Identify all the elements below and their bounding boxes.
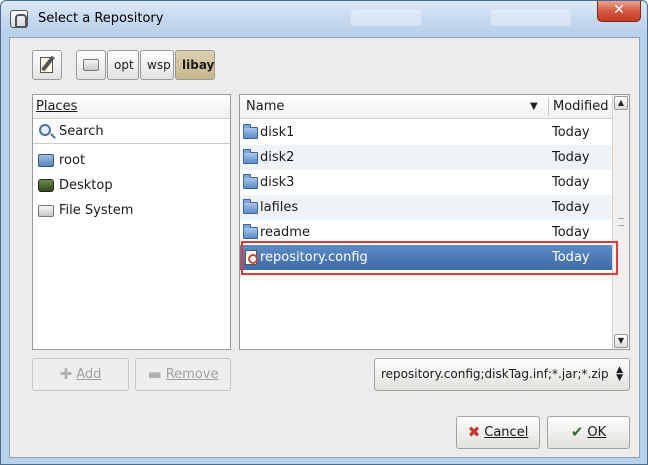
file-filter-select[interactable]: repository.config;diskTag.inf;*.jar;*.zi… [374,358,630,391]
file-name: lafiles [260,200,299,215]
folder-icon [243,124,258,139]
file-modified: Today [552,250,590,265]
title-bar[interactable]: Select a Repository ✕ [1,1,647,37]
drive-icon [38,205,54,217]
config-file-icon [245,250,258,265]
column-header-name[interactable]: Name [246,95,284,119]
crumb-opt[interactable]: opt [107,50,139,80]
places-panel: Places Search root Desktop File System [32,94,231,350]
close-icon: ✕ [613,2,625,18]
column-divider[interactable] [548,98,549,116]
place-item-label: Desktop [59,178,113,193]
file-row-disk1[interactable]: disk1 Today [240,120,612,145]
dialog-body: opt wsp libay Places Search root Desktop… [9,37,640,458]
window-title: Select a Repository [38,11,164,26]
background-window-ghost [351,10,421,26]
ok-button[interactable]: ✔ OK [547,416,630,449]
file-list-header: Name ▼ Modified [240,95,612,119]
sort-descending-icon[interactable]: ▼ [530,95,538,119]
add-label: Add [76,367,102,382]
background-window-ghost [491,10,571,26]
file-modified: Today [552,175,590,190]
crumb-wsp[interactable]: wsp [140,50,174,80]
file-modified: Today [552,225,590,240]
drive-icon [83,59,99,71]
file-name: disk2 [260,150,295,165]
place-item-search[interactable]: Search [33,119,230,144]
file-name: disk1 [260,125,295,140]
plus-icon: ✚ [59,365,73,383]
file-name: repository.config [260,250,368,265]
place-item-desktop[interactable]: Desktop [33,173,230,198]
folder-icon [243,149,258,164]
place-item-root[interactable]: root [33,148,230,173]
remove-bookmark-button[interactable]: ▬ Remove [135,358,231,391]
app-lock-icon [10,10,28,28]
file-row-disk3[interactable]: disk3 Today [240,170,612,195]
close-button[interactable]: ✕ [597,1,641,22]
place-item-label: root [59,153,86,168]
ok-label: OK [587,425,607,440]
dialog-window: Select a Repository ✕ opt wsp libay Plac… [0,0,648,465]
places-header-label: Places [36,99,78,114]
place-item-label: File System [59,203,134,218]
crumb-libay[interactable]: libay [175,50,215,80]
file-modified: Today [552,125,590,140]
file-rows: disk1 Today disk2 Today disk3 Today lafi… [240,120,612,270]
folder-icon [243,199,258,214]
file-name: readme [260,225,310,240]
file-modified: Today [552,200,590,215]
folder-icon [243,174,258,189]
checkmark-icon: ✔ [570,423,584,441]
places-header[interactable]: Places [33,95,230,119]
scroll-down-icon[interactable]: ▼ [614,334,628,348]
place-item-label: Search [59,124,104,139]
file-list-panel: Name ▼ Modified disk1 Today disk2 Today [239,94,630,350]
column-header-modified[interactable]: Modified [553,95,608,119]
scroll-grip-icon[interactable] [618,218,624,226]
file-row-disk2[interactable]: disk2 Today [240,145,612,170]
file-modified: Today [552,150,590,165]
file-filter-value: repository.config;diskTag.inf;*.jar;*.zi… [381,367,609,381]
minus-icon: ▬ [147,365,162,383]
place-item-file-system[interactable]: File System [33,198,230,223]
remove-label: Remove [165,367,219,382]
add-bookmark-button[interactable]: ✚ Add [32,358,129,391]
scroll-up-icon[interactable]: ▲ [614,96,628,110]
desktop-icon [38,179,54,192]
cancel-label: Cancel [484,425,529,440]
file-row-repository-config[interactable]: repository.config Today [240,245,612,270]
file-row-readme[interactable]: readme Today [240,220,612,245]
search-icon [39,124,51,136]
cancel-x-icon: ✖ [467,423,481,441]
home-folder-icon [38,154,54,167]
file-row-lafiles[interactable]: lafiles Today [240,195,612,220]
crumb-root-drive[interactable] [76,50,106,80]
updown-arrows-icon: ▲ ▼ [616,364,623,383]
vertical-scrollbar[interactable]: ▲ ▼ [612,95,629,349]
cancel-button[interactable]: ✖ Cancel [456,416,540,449]
type-location-button[interactable] [32,50,62,80]
file-name: disk3 [260,175,295,190]
folder-icon [243,224,258,239]
